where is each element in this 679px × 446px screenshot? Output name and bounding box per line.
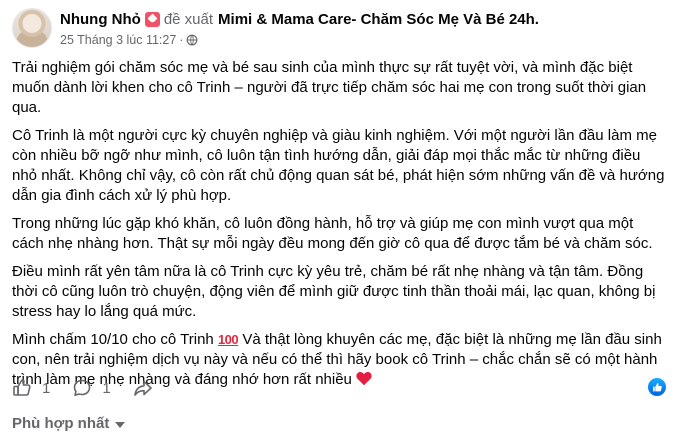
avatar[interactable] — [12, 8, 52, 48]
post-paragraph-4: Điều mình rất yên tâm nữa là cô Trinh cự… — [12, 263, 656, 320]
post-paragraph-2: Cô Trinh là một người cực kỳ chuyên nghi… — [12, 127, 665, 204]
like-count: 1 — [42, 379, 51, 397]
page-name-link[interactable]: Mimi & Mama Care- Chăm Sóc Mẹ Và Bé 24h. — [218, 10, 539, 29]
post-body: Trải nghiệm gói chăm sóc mẹ và bé sau si… — [12, 58, 668, 398]
like-reaction-icon[interactable] — [648, 378, 666, 396]
comment-icon — [74, 379, 91, 396]
share-button[interactable] — [133, 378, 153, 398]
share-icon — [133, 380, 152, 396]
globe-icon[interactable] — [186, 34, 198, 46]
post-card: Nhung Nhỏ đề xuất Mimi & Mama Care- Chăm… — [0, 0, 679, 446]
post-timestamp[interactable]: 25 Tháng 3 lúc 11:27 — [60, 32, 176, 48]
paragraph-5-start: Mình chấm 10/10 cho cô Trinh — [12, 331, 218, 348]
meta-separator: · — [179, 33, 184, 47]
post-meta: 25 Tháng 3 lúc 11:27 · — [60, 32, 539, 48]
post-actions: 1 1 — [12, 374, 668, 402]
flag-badge-icon — [144, 12, 160, 27]
header-text: Nhung Nhỏ đề xuất Mimi & Mama Care- Chăm… — [60, 10, 539, 48]
reaction-thumb-icon — [652, 382, 662, 391]
author-name[interactable]: Nhung Nhỏ — [60, 10, 141, 29]
recommends-text: đề xuất — [163, 11, 214, 28]
comment-button[interactable]: 1 — [72, 378, 111, 398]
sort-label: Phù hợp nhất — [12, 415, 110, 432]
post-paragraph-3: Trong những lúc gặp khó khăn, cô luôn đồ… — [12, 215, 653, 252]
thumbs-up-icon — [13, 379, 31, 396]
comment-sort-dropdown[interactable]: Phù hợp nhất — [12, 415, 126, 432]
header-title-line: Nhung Nhỏ đề xuất Mimi & Mama Care- Chăm… — [60, 10, 539, 29]
post-header: Nhung Nhỏ đề xuất Mimi & Mama Care- Chăm… — [12, 8, 539, 50]
like-button[interactable]: 1 — [12, 378, 50, 398]
post-paragraph-1: Trải nghiệm gói chăm sóc mẹ và bé sau si… — [12, 59, 647, 116]
hundred-points-icon: 100 — [217, 332, 239, 347]
comment-count: 1 — [102, 379, 111, 397]
caret-down-icon — [115, 421, 126, 428]
